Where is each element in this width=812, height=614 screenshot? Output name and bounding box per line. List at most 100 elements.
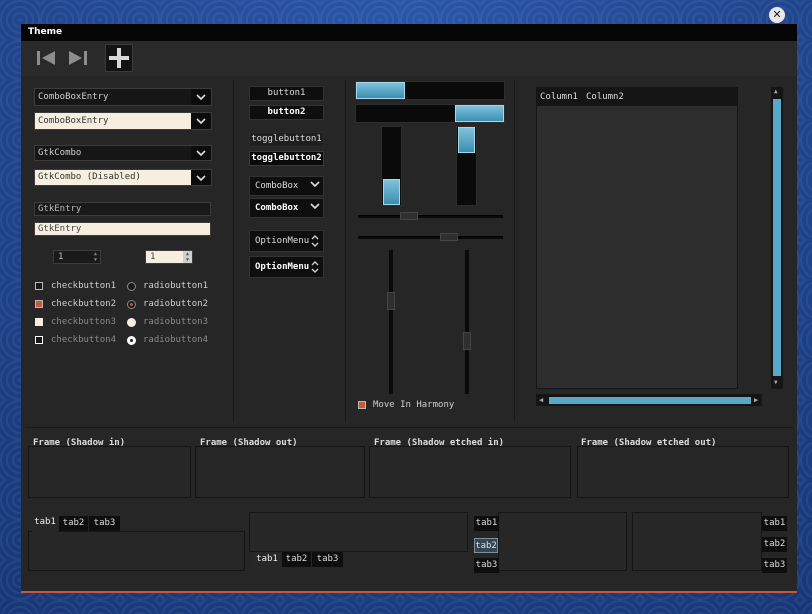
notebook-top-tab-2[interactable]: tab2 (59, 516, 88, 531)
vertical-separator (233, 80, 234, 422)
gtk-combo[interactable]: GtkCombo (34, 145, 212, 161)
tree-view[interactable]: Column1 Column2 (536, 87, 738, 389)
frame-shadow-etched-out (577, 446, 789, 498)
progress-fill (383, 179, 400, 205)
notebook-bottom-tab-2[interactable]: tab2 (282, 552, 311, 567)
chevron-down-icon[interactable] (191, 146, 211, 160)
gtk-combo-disabled: GtkCombo (Disabled) (34, 169, 212, 186)
move-in-harmony-label: Move In Harmony (373, 400, 455, 410)
spin-button-1-value[interactable]: 1 (58, 252, 63, 262)
scroll-down-icon[interactable]: ▼ (774, 379, 778, 386)
notebook-right-tab-2[interactable]: tab2 (762, 537, 787, 552)
notebook-right-tab-1[interactable]: tab1 (762, 516, 787, 531)
button-1[interactable]: button1 (249, 86, 324, 101)
vertical-slider-1[interactable] (389, 250, 393, 394)
horizontal-separator (25, 427, 793, 428)
combobox-2-text[interactable]: ComboBox (255, 203, 298, 213)
chevron-down-icon[interactable] (191, 89, 211, 105)
radio-button-2[interactable] (127, 300, 136, 309)
toggle-button-2[interactable]: togglebutton2 (249, 151, 324, 166)
spin-button-1[interactable]: 1 ▲ ▼ (53, 250, 101, 264)
option-menu-2[interactable]: OptionMenu (249, 256, 324, 278)
vertical-progress-1 (381, 126, 402, 206)
combobox-2[interactable]: ComboBox (249, 198, 324, 218)
checkbox-2[interactable] (35, 300, 43, 308)
notebook-left-tab-2[interactable]: tab2 (474, 538, 498, 553)
scroll-left-icon[interactable]: ◀ (539, 396, 543, 404)
skip-last-icon[interactable] (63, 44, 91, 72)
horizontal-progress-1 (355, 81, 505, 100)
gtk-combo-text[interactable]: GtkCombo (35, 146, 191, 160)
notebook-right-panel (632, 512, 762, 571)
notebook-right-tab-3[interactable]: tab3 (762, 558, 787, 573)
combo-box-entry-2[interactable]: ComboBoxEntry (34, 112, 212, 130)
horizontal-slider-2[interactable] (358, 236, 503, 239)
updown-arrows-icon[interactable] (310, 234, 320, 247)
frame-shadow-in (28, 446, 191, 498)
chevron-down-icon[interactable] (310, 203, 320, 215)
horizontal-slider-1[interactable] (358, 215, 503, 218)
move-in-harmony-checkbox[interactable] (358, 401, 366, 409)
combo-box-entry-1-text[interactable]: ComboBoxEntry (35, 89, 191, 105)
notebook-left-tab-1[interactable]: tab1 (474, 516, 499, 531)
column-header-2[interactable]: Column2 (586, 92, 624, 102)
skip-first-icon[interactable] (33, 44, 61, 72)
notebook-left-panel (498, 512, 627, 571)
scroll-up-icon[interactable]: ▲ (774, 88, 778, 95)
checkbox-1[interactable] (35, 282, 43, 290)
vertical-slider-2[interactable] (465, 250, 469, 394)
horizontal-progress-2 (355, 104, 505, 123)
chevron-down-icon (191, 170, 211, 185)
gtk-entry-2[interactable]: GtkEntry (34, 222, 211, 236)
radio-button-4-label: radiobutton4 (143, 335, 209, 345)
notebook-bottom-tab-3[interactable]: tab3 (312, 552, 343, 567)
notebook-bottom-tab-1[interactable]: tab1 (253, 552, 281, 569)
progress-fill (455, 105, 504, 122)
gtk-entry-1[interactable]: GtkEntry (34, 202, 211, 216)
combobox-1-text[interactable]: ComboBox (255, 181, 298, 191)
vertical-progress-2 (456, 126, 477, 206)
option-menu-2-text[interactable]: OptionMenu (255, 262, 309, 272)
combo-box-entry-2-text[interactable]: ComboBoxEntry (35, 113, 191, 129)
option-menu-1-text[interactable]: OptionMenu (255, 236, 309, 246)
button-2[interactable]: button2 (249, 105, 324, 120)
slider-handle[interactable] (463, 332, 471, 350)
updown-arrows-icon[interactable] (310, 260, 320, 273)
spin-button-2-value[interactable]: 1 (150, 252, 155, 262)
notebook-top-tab-1[interactable]: tab1 (32, 515, 58, 532)
radio-button-2-label: radiobutton2 (143, 299, 209, 309)
window-title: Theme (21, 24, 797, 41)
horizontal-scrollbar[interactable]: ◀ ▶ (536, 394, 762, 406)
spin-button-2[interactable]: 1 ▲ ▼ (145, 250, 193, 264)
scrollbar-thumb[interactable] (773, 99, 781, 376)
plus-icon[interactable] (105, 44, 133, 72)
spin-arrows-icon[interactable]: ▲ ▼ (91, 251, 100, 263)
chevron-down-icon[interactable] (191, 113, 211, 129)
option-menu-1[interactable]: OptionMenu (249, 230, 324, 252)
scroll-right-icon[interactable]: ▶ (754, 396, 758, 404)
close-icon[interactable]: ✕ (769, 7, 785, 23)
combo-box-entry-1[interactable]: ComboBoxEntry (34, 88, 212, 106)
checkbox-4 (35, 336, 43, 344)
combobox-1[interactable]: ComboBox (249, 176, 324, 196)
column-header-1[interactable]: Column1 (540, 92, 578, 102)
scrollbar-thumb[interactable] (549, 397, 751, 404)
notebook-top-tab-3[interactable]: tab3 (89, 516, 120, 531)
slider-handle[interactable] (387, 292, 395, 310)
checkbox-3 (35, 318, 43, 326)
radio-button-3-label: radiobutton3 (143, 317, 209, 327)
radio-button-1[interactable] (127, 282, 136, 291)
spin-arrows-icon[interactable]: ▲ ▼ (183, 251, 192, 263)
slider-handle[interactable] (440, 233, 458, 241)
progress-fill (458, 127, 475, 153)
frame-shadow-out (195, 446, 365, 498)
gtk-combo-disabled-text: GtkCombo (Disabled) (35, 170, 191, 185)
vertical-scrollbar[interactable]: ▲ ▼ (771, 87, 783, 389)
radio-button-4 (127, 336, 136, 345)
toggle-button-1[interactable]: togglebutton1 (249, 132, 324, 147)
toolbar (21, 41, 797, 76)
slider-handle[interactable] (400, 212, 418, 220)
notebook-left-tab-3[interactable]: tab3 (474, 558, 499, 573)
radio-button-3 (127, 318, 136, 327)
chevron-down-icon[interactable] (310, 181, 320, 193)
